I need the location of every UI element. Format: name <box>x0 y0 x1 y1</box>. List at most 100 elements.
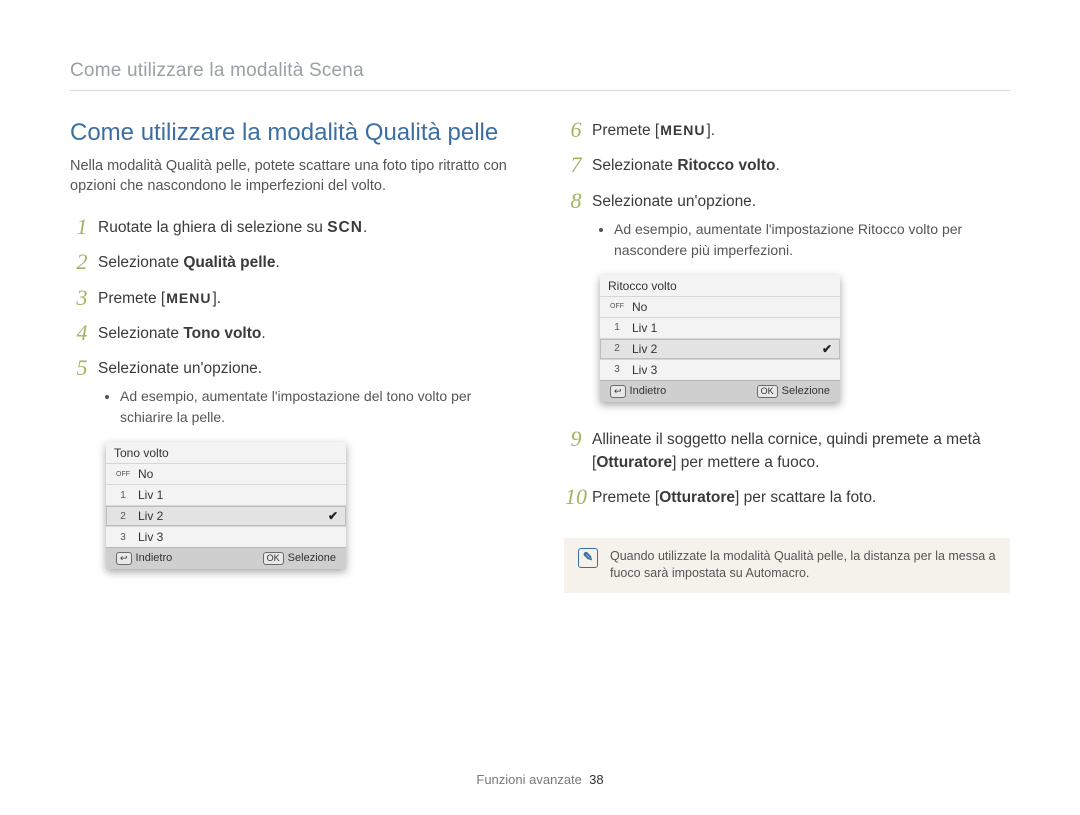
step-text-post: ]. <box>706 122 715 139</box>
step-bold: Otturatore <box>596 454 672 471</box>
steps-right-continued: 9 Allineate il soggetto nella cornice, q… <box>564 428 1010 510</box>
section-title: Come utilizzare la modalità Qualità pell… <box>70 119 516 147</box>
info-icon: ✎ <box>578 548 598 568</box>
step-text: Selezionate un'opzione. <box>592 193 756 210</box>
divider <box>70 90 1010 91</box>
step-text: Selezionate <box>98 325 183 342</box>
lcd-ok: OKSelezione <box>263 552 336 565</box>
lcd-ritocco-volto: Ritocco volto OFF No 1 Liv 1 2 Liv 2 ✔ 3… <box>600 275 840 402</box>
step-bold: Otturatore <box>659 489 735 506</box>
step-text-post: . <box>775 157 779 174</box>
step-subitem: Ad esempio, aumentate l'impostazione Rit… <box>614 219 1010 261</box>
step-number: 10 <box>564 486 588 508</box>
face-off-icon: OFF <box>116 468 130 480</box>
lcd-ok-label: Selezione <box>782 385 830 397</box>
lcd-back-label: Indietro <box>136 552 173 564</box>
lcd-row-label: Liv 1 <box>632 321 832 335</box>
lcd-row-label: Liv 1 <box>138 488 338 502</box>
step-text-post: ] per mettere a fuoco. <box>672 454 819 471</box>
back-key-icon: ↩ <box>610 385 626 398</box>
ok-key-icon: OK <box>757 385 778 398</box>
back-key-icon: ↩ <box>116 552 132 565</box>
step-sublist: Ad esempio, aumentate l'impostazione Rit… <box>592 219 1010 261</box>
step-9: 9 Allineate il soggetto nella cornice, q… <box>564 428 1010 475</box>
step-text: Premete [ <box>592 489 659 506</box>
step-text: Selezionate <box>98 254 183 271</box>
steps-left: 1 Ruotate la ghiera di selezione su SCN.… <box>70 216 516 428</box>
step-number: 2 <box>70 251 94 273</box>
lcd-row: 1 Liv 1 <box>600 317 840 338</box>
note-box: ✎ Quando utilizzate la modalità Qualità … <box>564 538 1010 593</box>
lcd-row: OFF No <box>106 463 346 484</box>
breadcrumb: Come utilizzare la modalità Scena <box>70 60 1010 82</box>
lcd-row: OFF No <box>600 296 840 317</box>
lcd-row-label: Liv 3 <box>632 363 832 377</box>
lcd-footer: ↩ Indietro OKSelezione <box>106 547 346 569</box>
step-number: 1 <box>70 216 94 238</box>
check-icon: ✔ <box>328 509 338 523</box>
lcd-ok-label: Selezione <box>288 552 336 564</box>
step-bold: Tono volto <box>183 325 261 342</box>
lcd-title: Tono volto <box>106 442 346 463</box>
step-5: 5 Selezionate un'opzione. Ad esempio, au… <box>70 357 516 428</box>
footer-section: Funzioni avanzate <box>476 772 582 787</box>
step-4: 4 Selezionate Tono volto. <box>70 322 516 345</box>
lcd-row-label: Liv 2 <box>632 342 814 356</box>
step-number: 8 <box>564 190 588 212</box>
face-level-icon: 3 <box>116 531 130 543</box>
step-number: 5 <box>70 357 94 379</box>
step-7: 7 Selezionate Ritocco volto. <box>564 154 1010 177</box>
lcd-row-selected: 2 Liv 2 ✔ <box>106 505 346 526</box>
step-number: 4 <box>70 322 94 344</box>
two-column-layout: Come utilizzare la modalità Qualità pell… <box>70 119 1010 593</box>
lcd-back: ↩ Indietro <box>116 552 172 565</box>
step-text-post: ]. <box>212 290 221 307</box>
menu-icon: MENU <box>165 288 212 309</box>
lcd-row-selected: 2 Liv 2 ✔ <box>600 338 840 359</box>
retouch-level-icon: 2 <box>610 343 624 355</box>
lcd-row-label: Liv 3 <box>138 530 338 544</box>
step-number: 7 <box>564 154 588 176</box>
step-text: Premete [ <box>592 122 659 139</box>
retouch-level-icon: 3 <box>610 364 624 376</box>
step-subitem: Ad esempio, aumentate l'impostazione del… <box>120 386 516 428</box>
left-column: Come utilizzare la modalità Qualità pell… <box>70 119 516 593</box>
step-3: 3 Premete [MENU]. <box>70 287 516 310</box>
lcd-row: 1 Liv 1 <box>106 484 346 505</box>
step-number: 6 <box>564 119 588 141</box>
lcd-row: 3 Liv 3 <box>600 359 840 380</box>
lcd-row: 3 Liv 3 <box>106 526 346 547</box>
step-bold: Ritocco volto <box>677 157 775 174</box>
step-text-post: . <box>261 325 265 342</box>
step-6: 6 Premete [MENU]. <box>564 119 1010 142</box>
intro-paragraph: Nella modalità Qualità pelle, potete sca… <box>70 157 516 196</box>
lcd-back: ↩ Indietro <box>610 385 666 398</box>
step-number: 9 <box>564 428 588 450</box>
lcd-ok: OK Selezione <box>757 385 830 398</box>
lcd-back-label: Indietro <box>630 385 667 397</box>
step-10: 10 Premete [Otturatore] per scattare la … <box>564 486 1010 509</box>
step-text-post: . <box>363 219 367 236</box>
step-number: 3 <box>70 287 94 309</box>
lcd-footer: ↩ Indietro OK Selezione <box>600 380 840 402</box>
retouch-level-icon: 1 <box>610 322 624 334</box>
manual-page: Come utilizzare la modalità Scena Come u… <box>0 0 1080 815</box>
right-column: 6 Premete [MENU]. 7 Selezionate Ritocco … <box>564 119 1010 593</box>
step-2: 2 Selezionate Qualità pelle. <box>70 251 516 274</box>
menu-icon: MENU <box>659 120 706 141</box>
step-1: 1 Ruotate la ghiera di selezione su SCN. <box>70 216 516 239</box>
step-text: Ruotate la ghiera di selezione su <box>98 219 327 236</box>
step-text: Premete [ <box>98 290 165 307</box>
step-text: Selezionate un'opzione. <box>98 360 262 377</box>
retouch-off-icon: OFF <box>610 301 624 313</box>
step-text: Selezionate <box>592 157 677 174</box>
steps-right: 6 Premete [MENU]. 7 Selezionate Ritocco … <box>564 119 1010 261</box>
step-sublist: Ad esempio, aumentate l'impostazione del… <box>98 386 516 428</box>
step-bold: Qualità pelle <box>183 254 275 271</box>
lcd-row-label: No <box>138 467 338 481</box>
lcd-row-label: Liv 2 <box>138 509 320 523</box>
face-level-icon: 1 <box>116 489 130 501</box>
step-text-post: ] per scattare la foto. <box>735 489 876 506</box>
step-text-post: . <box>275 254 279 271</box>
face-level-icon: 2 <box>116 510 130 522</box>
